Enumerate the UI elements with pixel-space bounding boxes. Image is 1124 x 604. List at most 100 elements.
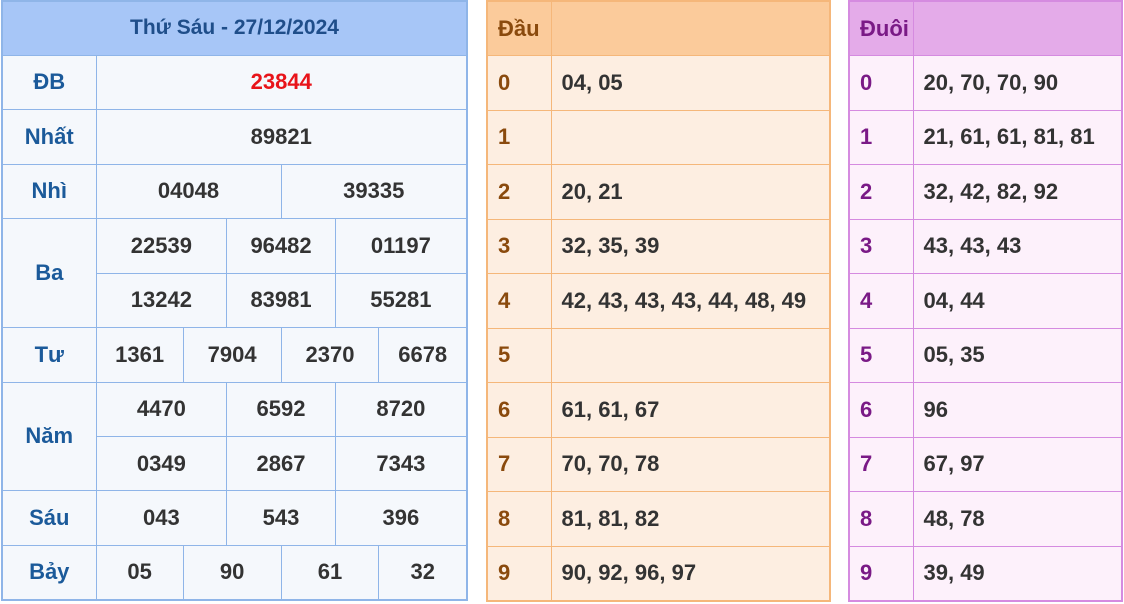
- dau-values: 42, 43, 43, 43, 44, 48, 49: [550, 273, 831, 329]
- dau-digit: 0: [486, 55, 552, 111]
- duoi-header-blank: [912, 0, 1123, 56]
- duoi-header-row: Đuôi: [848, 0, 1123, 56]
- dau-digit: 8: [486, 491, 552, 547]
- dau-header-row: Đầu: [486, 0, 831, 56]
- prize-label-nhi: Nhì: [1, 163, 97, 220]
- dau-digit: 9: [486, 545, 552, 601]
- dau-digit: 1: [486, 109, 552, 165]
- duoi-row: 6 96: [848, 382, 1123, 438]
- dau-table: Đầu 0 04, 05 1 2 20, 21 3 32, 35, 39 4 42, 4…: [486, 0, 831, 602]
- dau-digit: 3: [486, 218, 552, 274]
- prize-label-ba: Ba: [1, 218, 97, 329]
- dau-values: 20, 21: [550, 164, 831, 220]
- dau-row: 9 90, 92, 96, 97: [486, 545, 831, 601]
- prize-value-bay: 90: [182, 544, 282, 601]
- dau-values: 61, 61, 67: [550, 382, 831, 438]
- prize-value-sau: 396: [334, 490, 468, 546]
- dau-row: 2 20, 21: [486, 164, 831, 220]
- prize-value-db: 23844: [95, 54, 468, 111]
- duoi-values: 96: [912, 382, 1123, 438]
- duoi-digit: 9: [848, 545, 914, 601]
- prize-label-sau: Sáu: [1, 490, 97, 546]
- duoi-values: 67, 97: [912, 436, 1123, 492]
- duoi-row: 5 05, 35: [848, 327, 1123, 383]
- prize-row-tu: Tư 1361 7904 2370 6678: [1, 327, 468, 383]
- duoi-values: 48, 78: [912, 491, 1123, 547]
- prize-value-nam: 4470: [95, 381, 228, 437]
- duoi-digit: 2: [848, 164, 914, 220]
- duoi-header: Đuôi: [848, 0, 914, 56]
- prize-value-ba: 13242: [95, 272, 228, 329]
- duoi-row: 2 32, 42, 82, 92: [848, 164, 1123, 220]
- dau-values: 70, 70, 78: [550, 436, 831, 492]
- prize-value-nam: 2867: [226, 435, 336, 492]
- duoi-values: 04, 44: [912, 273, 1123, 329]
- duoi-row: 3 43, 43, 43: [848, 218, 1123, 274]
- dau-row: 7 70, 70, 78: [486, 436, 831, 492]
- prize-label-nam: Năm: [1, 381, 97, 492]
- prize-value-bay: 61: [280, 544, 380, 601]
- prize-value-tu: 1361: [95, 327, 184, 383]
- dau-row: 0 04, 05: [486, 55, 831, 111]
- duoi-values: 32, 42, 82, 92: [912, 164, 1123, 220]
- prize-row-nam: Năm 4470 6592 8720: [1, 381, 468, 492]
- prize-value-ba: 96482: [226, 218, 336, 274]
- prize-value-nhi: 04048: [95, 163, 282, 220]
- prize-value-nhi: 39335: [280, 163, 468, 220]
- prize-value-bay: 05: [95, 544, 184, 601]
- prize-value-bay: 32: [378, 544, 468, 601]
- duoi-values: 21, 61, 61, 81, 81: [912, 109, 1123, 165]
- duoi-table: Đuôi 0 20, 70, 70, 90 1 21, 61, 61, 81, 81…: [848, 0, 1123, 602]
- duoi-row: 0 20, 70, 70, 90: [848, 55, 1123, 111]
- prize-value-tu: 7904: [182, 327, 282, 383]
- prize-row-sau: Sáu 043 543 396: [1, 490, 468, 546]
- duoi-values: 43, 43, 43: [912, 218, 1123, 274]
- dau-values: 81, 81, 82: [550, 491, 831, 547]
- duoi-row: 4 04, 44: [848, 273, 1123, 329]
- dau-digit: 2: [486, 164, 552, 220]
- duoi-digit: 4: [848, 273, 914, 329]
- duoi-digit: 7: [848, 436, 914, 492]
- prize-value-ba: 55281: [334, 272, 468, 329]
- duoi-row: 7 67, 97: [848, 436, 1123, 492]
- prize-row-bay: Bảy 05 90 61 32: [1, 544, 468, 601]
- dau-digit: 4: [486, 273, 552, 329]
- prize-label-nhat: Nhất: [1, 109, 97, 165]
- prize-label-tu: Tư: [1, 327, 97, 383]
- prize-row-nhat: Nhất 89821: [1, 109, 468, 165]
- duoi-digit: 6: [848, 382, 914, 438]
- duoi-digit: 8: [848, 491, 914, 547]
- duoi-digit: 5: [848, 327, 914, 383]
- dau-digit: 6: [486, 382, 552, 438]
- dau-row: 5: [486, 327, 831, 383]
- dau-values: [550, 327, 831, 383]
- prize-value-sau: 043: [95, 490, 228, 546]
- results-date-title: Thứ Sáu - 27/12/2024: [1, 0, 468, 56]
- duoi-row: 8 48, 78: [848, 491, 1123, 547]
- duoi-row: 9 39, 49: [848, 545, 1123, 601]
- prize-label-db: ĐB: [1, 54, 97, 111]
- prize-value-tu: 6678: [378, 327, 468, 383]
- prize-row-db: ĐB 23844: [1, 54, 468, 111]
- duoi-digit: 1: [848, 109, 914, 165]
- dau-row: 6 61, 61, 67: [486, 382, 831, 438]
- dau-row: 1: [486, 109, 831, 165]
- duoi-values: 05, 35: [912, 327, 1123, 383]
- prize-value-ba: 83981: [226, 272, 336, 329]
- dau-header: Đầu: [486, 0, 552, 56]
- duoi-values: 39, 49: [912, 545, 1123, 601]
- duoi-values: 20, 70, 70, 90: [912, 55, 1123, 111]
- prize-row-ba: Ba 22539 96482 01197: [1, 218, 468, 329]
- dau-row: 8 81, 81, 82: [486, 491, 831, 547]
- dau-values: 04, 05: [550, 55, 831, 111]
- prize-value-ba: 01197: [334, 218, 468, 274]
- duoi-row: 1 21, 61, 61, 81, 81: [848, 109, 1123, 165]
- prize-value-nam: 7343: [334, 435, 468, 492]
- dau-row: 3 32, 35, 39: [486, 218, 831, 274]
- prize-label-bay: Bảy: [1, 544, 97, 601]
- prize-value-nhat: 89821: [95, 109, 468, 165]
- prize-value-nam: 0349: [95, 435, 228, 492]
- dau-row: 4 42, 43, 43, 43, 44, 48, 49: [486, 273, 831, 329]
- prize-row-nhi: Nhì 04048 39335: [1, 163, 468, 220]
- dau-values: 32, 35, 39: [550, 218, 831, 274]
